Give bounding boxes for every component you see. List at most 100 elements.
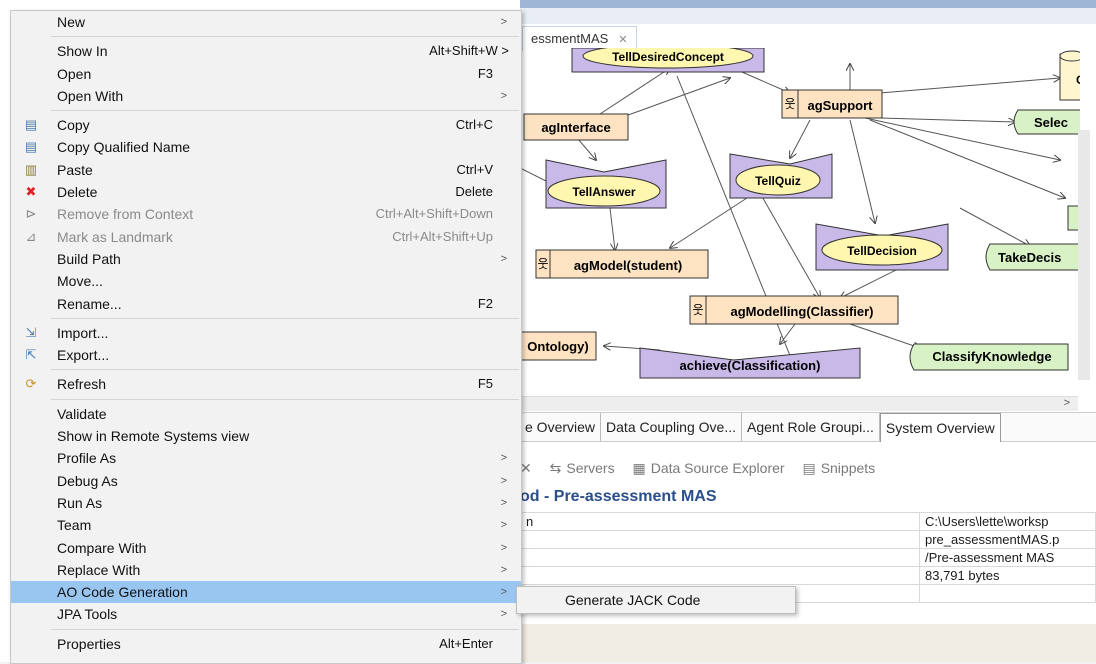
menu-item-shortcut: F2 bbox=[477, 295, 493, 311]
menu-item-copy[interactable]: ▤ Copy Ctrl+C bbox=[11, 114, 521, 136]
menu-item-properties[interactable]: Properties Alt+Enter bbox=[11, 633, 521, 655]
agent-ag-support[interactable]: 웃 agSupport bbox=[781, 89, 883, 119]
message-label: TellQuiz bbox=[755, 174, 801, 188]
menu-item-shortcut: Alt+Shift+W > bbox=[429, 43, 509, 59]
chevron-right-icon: > bbox=[500, 89, 507, 102]
menu-item-label: Import... bbox=[57, 324, 109, 341]
message-tell-decision[interactable]: TellDecision bbox=[815, 223, 949, 271]
menu-item-team[interactable]: Team > bbox=[11, 514, 521, 536]
copy-icon: ▤ bbox=[24, 117, 38, 133]
paste-icon: ▥ bbox=[24, 161, 38, 177]
menu-item-label: Open With bbox=[57, 87, 124, 104]
view-data-source-explorer[interactable]: ▦ Data Source Explorer bbox=[632, 460, 784, 476]
entity-ag-interface[interactable]: agInterface bbox=[523, 113, 629, 141]
table-row[interactable]: pre_assessmentMAS.p bbox=[520, 530, 1096, 549]
menu-item-shortcut: Ctrl+Alt+Shift+Up bbox=[392, 228, 493, 244]
menu-item-label: Validate bbox=[57, 405, 107, 422]
menu-item-shortcut: Ctrl+C bbox=[455, 117, 493, 133]
menu-item-build-path[interactable]: Build Path > bbox=[11, 248, 521, 270]
menu-item-debug-as[interactable]: Debug As > bbox=[11, 470, 521, 492]
agent-label: agModel(student) bbox=[574, 258, 682, 273]
message-tell-answer[interactable]: TellAnswer bbox=[545, 159, 667, 209]
property-value: C:\Users\lette\worksp bbox=[919, 512, 1096, 531]
menu-item-label: Rename... bbox=[57, 295, 122, 312]
view-snippets[interactable]: ▤ Snippets bbox=[802, 460, 875, 476]
message-tell-desired-concept[interactable]: TellDesiredConcept bbox=[571, 48, 765, 73]
editor-tab-bar bbox=[520, 8, 1096, 24]
action-take-decis[interactable]: TakeDecis bbox=[985, 243, 1080, 271]
property-key: n bbox=[520, 512, 920, 531]
table-row[interactable]: 83,791 bytes bbox=[520, 566, 1096, 585]
action-selec[interactable]: Selec bbox=[1013, 109, 1080, 135]
menu-item-shortcut: Ctrl+V bbox=[456, 161, 493, 177]
menu-item-label: Move... bbox=[57, 273, 103, 290]
menu-item-label: Refresh bbox=[57, 376, 107, 393]
chevron-right-icon: > bbox=[500, 474, 507, 487]
agent-label: agSupport bbox=[808, 98, 874, 113]
menu-item-ao-code-generation[interactable]: AO Code Generation > bbox=[11, 581, 521, 604]
scroll-right-icon[interactable]: > bbox=[1064, 397, 1070, 409]
menu-item-label: Properties bbox=[57, 635, 121, 652]
view-servers[interactable]: ⇆ Servers bbox=[550, 460, 615, 476]
menu-item-paste[interactable]: ▥ Paste Ctrl+V bbox=[11, 159, 521, 181]
editor-tab-title: essmentMAS bbox=[531, 31, 609, 46]
menu-item-profile-as[interactable]: Profile As > bbox=[11, 447, 521, 469]
chevron-right-icon: > bbox=[500, 452, 507, 465]
chevron-right-icon: > bbox=[500, 586, 507, 599]
menu-item-export[interactable]: ⇱ Export... bbox=[11, 344, 521, 366]
chevron-right-icon: > bbox=[500, 519, 507, 532]
menu-item-label: Delete bbox=[57, 184, 98, 201]
vertical-scrollbar[interactable] bbox=[1078, 130, 1090, 380]
menu-item-new[interactable]: New > bbox=[11, 11, 521, 33]
horizontal-scrollbar[interactable]: > bbox=[520, 396, 1078, 411]
menu-item-compare-with[interactable]: Compare With > bbox=[11, 537, 521, 559]
menu-separator bbox=[51, 628, 519, 630]
goal-label: achieve(Classification) bbox=[680, 358, 821, 373]
menu-item-shortcut: Delete bbox=[455, 184, 493, 200]
menu-item-open-with[interactable]: Open With > bbox=[11, 85, 521, 107]
property-value bbox=[919, 584, 1096, 603]
menu-item-generate-jack-code[interactable]: Generate JACK Code bbox=[565, 592, 700, 608]
tab-agent-role-grouping[interactable]: Agent Role Groupi... bbox=[742, 413, 880, 441]
menu-item-label: Open bbox=[57, 65, 92, 82]
menu-item-copy-qualified-name[interactable]: ▤ Copy Qualified Name bbox=[11, 136, 521, 158]
menu-item-label: Team bbox=[57, 517, 92, 534]
table-row[interactable]: n C:\Users\lette\worksp bbox=[520, 512, 1096, 531]
menu-item-show-in[interactable]: Show In Alt+Shift+W > bbox=[11, 40, 521, 62]
chevron-right-icon: > bbox=[500, 541, 507, 554]
message-label: TellDesiredConcept bbox=[612, 50, 724, 64]
menu-item-jpa-tools[interactable]: JPA Tools > bbox=[11, 603, 521, 625]
chevron-right-icon: > bbox=[500, 496, 507, 509]
menu-item-mark-as-landmark[interactable]: ⊿ Mark as Landmark Ctrl+Alt+Shift+Up bbox=[11, 226, 521, 248]
menu-item-show-in-remote-systems-view[interactable]: Show in Remote Systems view bbox=[11, 425, 521, 447]
remove-context-icon: ⊳ bbox=[25, 206, 37, 222]
menu-item-refresh[interactable]: ⟳ Refresh F5 bbox=[11, 373, 521, 395]
entity-ontology[interactable]: Ontology) bbox=[520, 331, 597, 361]
close-icon[interactable]: ✕ bbox=[618, 34, 627, 46]
menu-item-rename[interactable]: Rename... F2 bbox=[11, 293, 521, 315]
agent-ag-model-student[interactable]: 웃 agModel(student) bbox=[535, 249, 709, 279]
database-icon[interactable]: C bbox=[1059, 50, 1080, 101]
menu-item-import[interactable]: ⇲ Import... bbox=[11, 322, 521, 344]
agent-ag-modelling-classifier[interactable]: 웃 agModelling(Classifier) bbox=[689, 295, 899, 325]
menu-item-validate[interactable]: Validate bbox=[11, 403, 521, 425]
menu-item-run-as[interactable]: Run As > bbox=[11, 492, 521, 514]
message-tell-quiz[interactable]: TellQuiz bbox=[729, 153, 833, 199]
menu-item-label: JPA Tools bbox=[57, 606, 118, 623]
menu-item-replace-with[interactable]: Replace With > bbox=[11, 559, 521, 581]
menu-item-delete[interactable]: ✖ Delete Delete bbox=[11, 181, 521, 203]
menu-item-open[interactable]: Open F3 bbox=[11, 63, 521, 85]
table-row[interactable]: /Pre-assessment MAS bbox=[520, 548, 1096, 567]
tab-overview[interactable]: e Overview bbox=[520, 413, 602, 441]
chevron-right-icon: > bbox=[500, 252, 507, 265]
action-classify-knowledge[interactable]: ClassifyKnowledge bbox=[909, 343, 1069, 371]
tab-data-coupling-overview[interactable]: Data Coupling Ove... bbox=[601, 413, 742, 441]
agent-icon: 웃 bbox=[692, 303, 703, 317]
tab-system-overview[interactable]: System Overview bbox=[879, 413, 1001, 442]
message-label: TellDecision bbox=[847, 244, 917, 258]
menu-separator bbox=[51, 317, 519, 319]
menu-item-label: Compare With bbox=[57, 539, 147, 556]
goal-achieve-classification[interactable]: achieve(Classification) bbox=[639, 347, 861, 379]
menu-item-move[interactable]: Move... bbox=[11, 270, 521, 292]
menu-item-remove-from-context[interactable]: ⊳ Remove from Context Ctrl+Alt+Shift+Down bbox=[11, 203, 521, 225]
